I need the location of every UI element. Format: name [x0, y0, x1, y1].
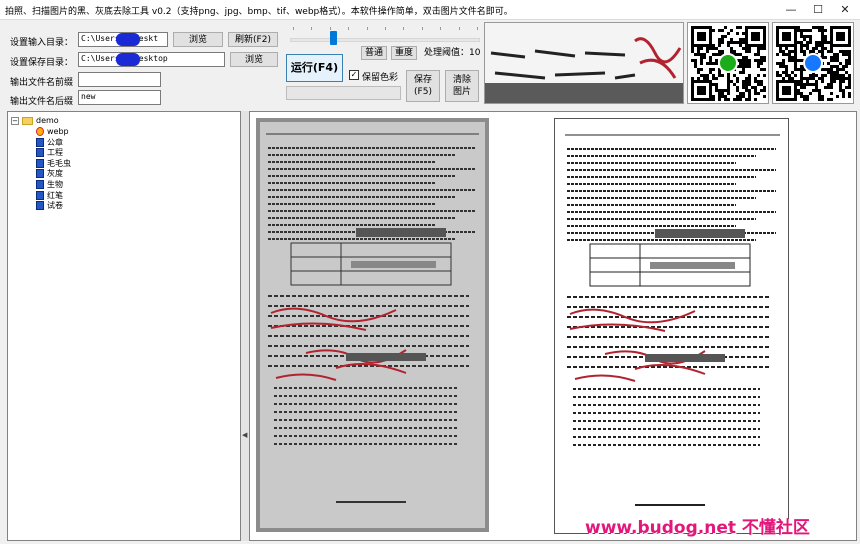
slider-tick	[311, 27, 313, 30]
progress-bar	[286, 86, 401, 100]
image-file-icon	[36, 148, 44, 158]
tree-item-label: 红笔	[47, 190, 63, 200]
keep-color-checkbox[interactable]: ✓	[349, 70, 359, 80]
image-file-icon	[36, 201, 44, 211]
processed-image	[554, 118, 789, 534]
run-button[interactable]: 运行(F4)	[286, 54, 343, 82]
redaction-mark	[116, 53, 140, 66]
tree-item-label: 毛毛虫	[47, 158, 71, 168]
slider-tick	[329, 27, 331, 30]
normal-mode-button[interactable]: 普通	[361, 46, 387, 60]
threshold-value: 10	[469, 48, 481, 58]
browse-input-button[interactable]: 浏览	[173, 32, 223, 47]
file-tree[interactable]: − demo webp 公章 工程 毛毛虫 灰度 生物 红笔 试卷	[7, 111, 241, 541]
tree-item[interactable]: 灰度	[36, 168, 63, 179]
splitter[interactable]: ◀	[241, 111, 249, 541]
save-button[interactable]: 保存 (F5)	[406, 70, 440, 102]
tree-item-label: 公章	[47, 137, 63, 147]
tree-item[interactable]: 试卷	[36, 200, 63, 211]
image-file-icon	[36, 169, 44, 179]
threshold-slider-track[interactable]	[290, 38, 480, 42]
image-file-icon	[36, 180, 44, 189]
tree-item[interactable]: 毛毛虫	[36, 158, 71, 169]
slider-tick	[403, 27, 405, 30]
save-button-shortcut: (F5)	[414, 87, 432, 97]
tree-item-label: 生物	[47, 180, 63, 189]
save-button-label: 保存	[413, 75, 432, 85]
tree-item-label: 试卷	[47, 201, 63, 211]
tree-item[interactable]: 工程	[36, 147, 63, 158]
webp-file-icon	[36, 127, 44, 136]
slider-tick	[421, 27, 423, 30]
minimize-button[interactable]: —	[778, 0, 804, 20]
preview-thumbnail	[484, 22, 684, 104]
browse-save-button[interactable]: 浏览	[230, 52, 278, 67]
collapse-arrow-icon[interactable]: ◀	[242, 429, 247, 441]
suffix-label: 输出文件名后缀	[10, 97, 74, 107]
slider-tick	[385, 27, 386, 30]
slider-tick	[477, 27, 478, 30]
keep-color-label: 保留色彩	[362, 73, 399, 83]
tree-item[interactable]: 红笔	[36, 190, 63, 201]
threshold-label: 处理阈值：10	[424, 48, 481, 58]
suffix-field[interactable]: new	[78, 90, 161, 105]
alipay-qr-icon	[772, 22, 854, 104]
title-bar: 拍照、扫描图片的黑、灰底去除工具 v0.2（支持png、jpg、bmp、tif、…	[0, 0, 860, 20]
clear-button-label: 清除	[452, 75, 471, 85]
prefix-field[interactable]	[78, 72, 161, 87]
heavy-mode-button[interactable]: 重度	[391, 46, 417, 60]
tree-item-label: 灰度	[47, 169, 63, 179]
image-file-icon	[36, 158, 44, 168]
tree-item-label: webp	[47, 127, 69, 136]
slider-tick	[458, 27, 460, 30]
window-title: 拍照、扫描图片的黑、灰底去除工具 v0.2（支持png、jpg、bmp、tif、…	[5, 7, 513, 17]
original-image	[256, 118, 489, 532]
clear-images-button[interactable]: 清除 图片	[445, 70, 479, 102]
site-watermark: www.budog.net 不懂社区	[585, 518, 810, 538]
prefix-label: 输出文件名前缀	[10, 78, 74, 88]
wechat-qr-icon	[687, 22, 769, 104]
maximize-button[interactable]: ☐	[805, 0, 831, 20]
slider-tick	[440, 27, 442, 30]
close-button[interactable]: ✕	[832, 0, 858, 20]
processed-scan-icon	[555, 119, 788, 533]
thumbnail-scan-icon	[485, 23, 683, 103]
input-dir-label: 设置输入目录：	[10, 38, 74, 48]
tree-root-label: demo	[36, 116, 59, 125]
redaction-mark	[116, 33, 140, 46]
slider-tick	[366, 27, 368, 30]
tree-item[interactable]: webp	[36, 126, 69, 137]
image-file-icon	[36, 137, 44, 147]
tree-item-label: 工程	[47, 148, 63, 158]
folder-icon	[22, 116, 33, 125]
slider-tick	[293, 27, 294, 30]
threshold-slider-thumb[interactable]	[330, 31, 338, 45]
image-file-icon	[36, 190, 44, 200]
clear-button-label-2: 图片	[452, 87, 471, 97]
tree-item[interactable]: 生物	[36, 179, 63, 190]
refresh-button[interactable]: 刷新(F2)	[228, 32, 278, 47]
original-scan-icon	[256, 118, 489, 532]
tree-root[interactable]: − demo	[11, 115, 59, 126]
save-dir-field[interactable]: C:\Users\ \Desktop	[78, 52, 225, 67]
slider-tick	[348, 27, 350, 30]
save-dir-label: 设置保存目录：	[10, 58, 74, 68]
tree-item[interactable]: 公章	[36, 137, 63, 148]
collapse-toggle-icon[interactable]: −	[11, 116, 19, 125]
